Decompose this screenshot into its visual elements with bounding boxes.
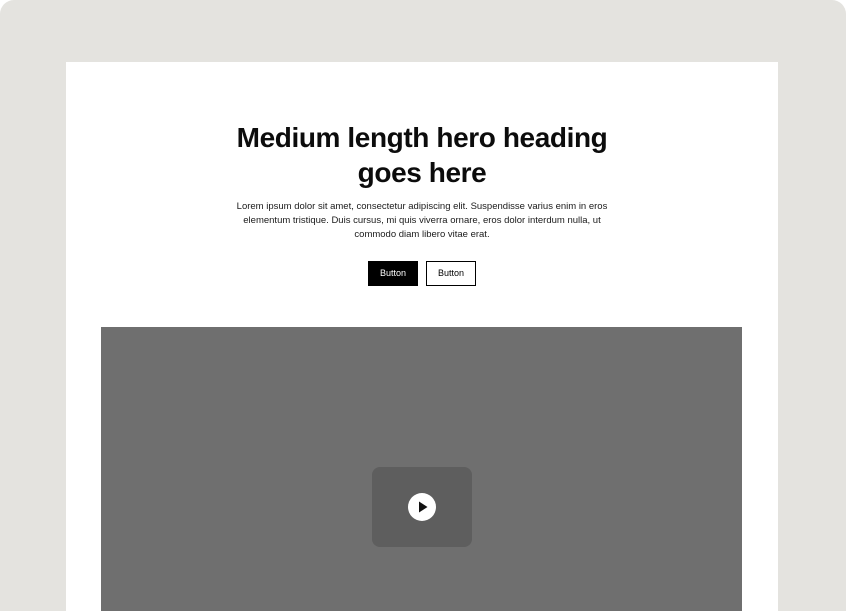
hero-actions: Button Button [66,261,778,286]
video-placeholder [101,327,742,611]
hero-heading: Medium length hero heading goes here [66,120,778,190]
play-button[interactable] [372,467,472,547]
preview-frame: Medium length hero heading goes here Lor… [0,0,846,611]
hero-heading-line-1: Medium length hero heading [236,122,608,153]
secondary-button[interactable]: Button [426,261,476,286]
play-icon [408,493,436,521]
hero-heading-line-2: goes here [357,157,487,188]
hero-description: Lorem ipsum dolor sit amet, consectetur … [236,201,608,240]
page-section: Medium length hero heading goes here Lor… [66,62,778,611]
primary-button[interactable]: Button [368,261,418,286]
